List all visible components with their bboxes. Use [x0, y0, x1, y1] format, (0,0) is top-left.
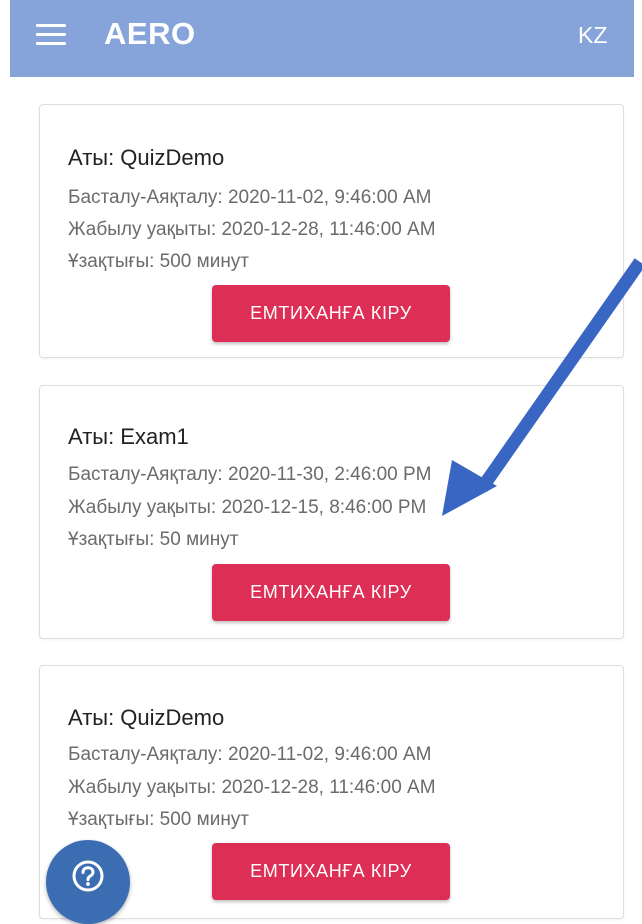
- exam-duration: Ұзақтығы: 500 минут: [68, 809, 250, 830]
- question-circle-icon: [72, 860, 104, 892]
- enter-exam-button[interactable]: ЕМТИХАНҒА КІРУ: [212, 285, 450, 342]
- exam-close-time: Жабылу уақыты: 2020-12-15, 8:46:00 PM: [68, 497, 427, 518]
- app-bar: AERO KZ: [10, 0, 634, 77]
- hamburger-menu-icon[interactable]: [36, 24, 66, 46]
- exam-name: Аты: QuizDemo: [68, 705, 225, 730]
- enter-exam-button[interactable]: ЕМТИХАНҒА КІРУ: [212, 843, 450, 900]
- exam-card: Аты: Exam1 Басталу-Аяқталу: 2020-11-30, …: [39, 385, 624, 639]
- language-switch[interactable]: KZ: [578, 22, 607, 49]
- app-title: AERO: [104, 16, 196, 51]
- exam-duration: Ұзақтығы: 50 минут: [68, 529, 239, 550]
- help-button[interactable]: [46, 840, 130, 924]
- exam-card: Аты: QuizDemo Басталу-Аяқталу: 2020-11-0…: [39, 104, 624, 358]
- exam-start-end: Басталу-Аяқталу: 2020-11-30, 2:46:00 PM: [68, 464, 432, 485]
- exam-start-end: Басталу-Аяқталу: 2020-11-02, 9:46:00 AM: [68, 744, 432, 765]
- exam-close-time: Жабылу уақыты: 2020-12-28, 11:46:00 AM: [68, 777, 436, 798]
- enter-exam-button[interactable]: ЕМТИХАНҒА КІРУ: [212, 564, 450, 621]
- exam-duration: Ұзақтығы: 500 минут: [68, 251, 250, 272]
- exam-name: Аты: Exam1: [68, 424, 189, 449]
- exam-close-time: Жабылу уақыты: 2020-12-28, 11:46:00 AM: [68, 219, 436, 240]
- exam-start-end: Басталу-Аяқталу: 2020-11-02, 9:46:00 AM: [68, 187, 432, 208]
- exam-name: Аты: QuizDemo: [68, 145, 225, 170]
